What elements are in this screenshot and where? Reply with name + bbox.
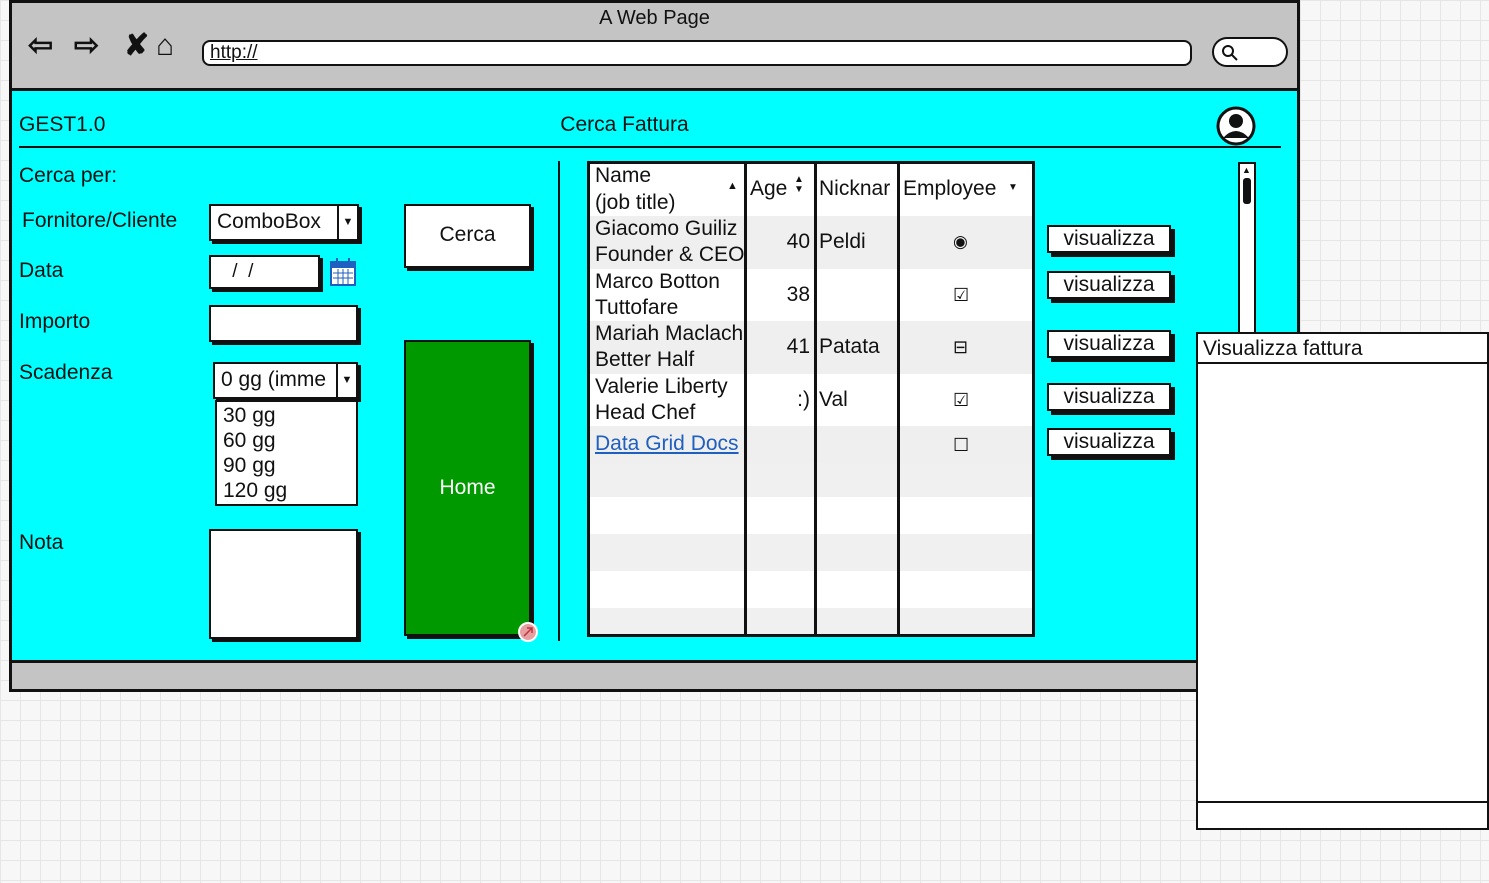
data-grid: Name (job title) ▲ Age ▲ ▼ Nicknar Employ…: [587, 161, 1035, 637]
calendar-icon[interactable]: [329, 257, 357, 287]
visualizza-button[interactable]: visualizza: [1047, 271, 1171, 299]
dialog-titlebar: Visualizza fattura: [1198, 334, 1489, 364]
user-avatar-icon[interactable]: [1215, 105, 1257, 147]
cell-job-title: Tuttofare: [595, 296, 679, 319]
column-header-name[interactable]: Name (job title): [595, 164, 676, 216]
checkbox-indeterminate-icon[interactable]: ⊟: [953, 334, 968, 360]
column-header-nickname[interactable]: Nicknar: [819, 177, 897, 201]
scadenza-value: 0 gg (imme: [221, 368, 327, 391]
dialog-footer-divider: [1198, 801, 1489, 803]
nota-label: Nota: [19, 531, 64, 554]
visualizza-button[interactable]: visualizza: [1047, 225, 1171, 253]
cell-age: 40: [786, 230, 810, 253]
sort-asc-icon[interactable]: ▲: [727, 180, 738, 192]
scadenza-option[interactable]: 60 gg: [223, 428, 287, 453]
header-divider: [19, 146, 1281, 148]
nota-textarea[interactable]: [209, 529, 358, 639]
visualizza-button[interactable]: visualizza: [1047, 383, 1171, 411]
data-label: Data: [19, 259, 64, 282]
fornitore-value: ComboBox: [217, 210, 321, 233]
cell-name: Mariah Maclach Better Half: [595, 321, 744, 373]
app-name: GEST1.0: [19, 113, 106, 136]
link-badge-icon: [518, 622, 538, 642]
scadenza-combobox[interactable]: 0 gg (imme ▼: [213, 362, 358, 399]
checkbox-empty-icon[interactable]: ☐: [953, 432, 969, 458]
grid-docs-link[interactable]: Data Grid Docs: [595, 431, 744, 457]
cell-name-text: Marco Botton: [595, 270, 720, 293]
date-value: / /: [227, 261, 254, 282]
scadenza-options-list: 30 gg 60 gg 90 gg 120 gg: [215, 400, 358, 506]
column-divider: [744, 164, 747, 634]
column-divider: [897, 164, 900, 634]
sort-both-icon[interactable]: ▲ ▼: [794, 175, 804, 195]
scadenza-label: Scadenza: [19, 361, 113, 384]
cell-job-title: Founder & CEO: [595, 243, 744, 266]
scroll-up-icon[interactable]: ▲: [1242, 166, 1251, 175]
column-header-name-line2: (job title): [595, 191, 676, 214]
cell-age: 38: [786, 283, 810, 306]
close-x-icon[interactable]: ✘: [124, 29, 149, 63]
scadenza-option[interactable]: 30 gg: [223, 403, 287, 428]
checkbox-checked-icon[interactable]: ☑: [953, 282, 969, 308]
cell-nickname: Patata: [819, 335, 880, 358]
visualizza-button[interactable]: visualizza: [1047, 330, 1171, 358]
chevron-down-icon[interactable]: ▼: [337, 206, 357, 239]
cell-name-text: Giacomo Guiliz: [595, 217, 738, 240]
importo-label: Importo: [19, 310, 91, 333]
cell-job-title: Head Chef: [595, 401, 696, 424]
column-header-name-line1: Name: [595, 164, 652, 187]
scadenza-options: 30 gg 60 gg 90 gg 120 gg: [223, 403, 287, 503]
cell-nickname: Val: [819, 388, 848, 411]
radio-icon[interactable]: ◉: [953, 229, 968, 255]
fornitore-combobox[interactable]: ComboBox ▼: [209, 204, 359, 241]
dialog-title: Visualizza fattura: [1203, 337, 1363, 360]
cell-name: Marco Botton Tuttofare: [595, 269, 744, 321]
url-bar[interactable]: http://: [202, 40, 1192, 66]
fornitore-label: Fornitore/Cliente: [22, 209, 178, 232]
window-title: A Web Page: [599, 7, 710, 29]
cell-name: Valerie Liberty Head Chef: [595, 374, 744, 426]
cerca-button[interactable]: Cerca: [404, 204, 531, 268]
browser-statusbar: [12, 660, 1297, 689]
visualizza-button[interactable]: visualizza: [1047, 428, 1171, 456]
cell-name-text: Valerie Liberty: [595, 375, 728, 398]
checkbox-checked-icon[interactable]: ☑: [953, 387, 969, 413]
vertical-divider: [558, 161, 560, 641]
chevron-down-icon[interactable]: ▼: [336, 364, 356, 397]
column-header-employee[interactable]: Employee: [903, 177, 996, 201]
cell-age: 41: [786, 335, 810, 358]
cell-job-title: Better Half: [595, 348, 695, 371]
scrollbar-thumb[interactable]: [1243, 178, 1251, 204]
cell-age: :): [797, 388, 810, 411]
chevron-down-icon[interactable]: ▼: [1008, 182, 1018, 193]
home-button[interactable]: Home: [404, 340, 531, 636]
home-icon[interactable]: ⌂: [156, 29, 174, 63]
importo-input[interactable]: [209, 305, 358, 342]
page-title: Cerca Fattura: [560, 113, 689, 136]
scadenza-option[interactable]: 90 gg: [223, 453, 287, 478]
column-header-age[interactable]: Age: [750, 177, 787, 201]
scrollbar[interactable]: ▲: [1238, 162, 1256, 340]
browser-search-field[interactable]: [1212, 37, 1288, 67]
date-input[interactable]: / /: [209, 255, 320, 289]
browser-titlebar: A Web Page ⇦ ⇨ ✘ ⌂ http://: [12, 3, 1297, 91]
search-icon: [1222, 45, 1238, 61]
column-divider: [814, 164, 817, 634]
cell-nickname: Peldi: [819, 230, 866, 253]
scadenza-option[interactable]: 120 gg: [223, 478, 287, 503]
back-arrow-icon[interactable]: ⇦: [28, 29, 53, 63]
cell-name-text: Mariah Maclach: [595, 322, 744, 345]
forward-arrow-icon[interactable]: ⇨: [74, 29, 99, 63]
search-by-label: Cerca per:: [19, 164, 118, 187]
cell-name: Giacomo Guiliz Founder & CEO: [595, 216, 744, 268]
visualizza-fattura-dialog[interactable]: Visualizza fattura: [1196, 332, 1489, 830]
